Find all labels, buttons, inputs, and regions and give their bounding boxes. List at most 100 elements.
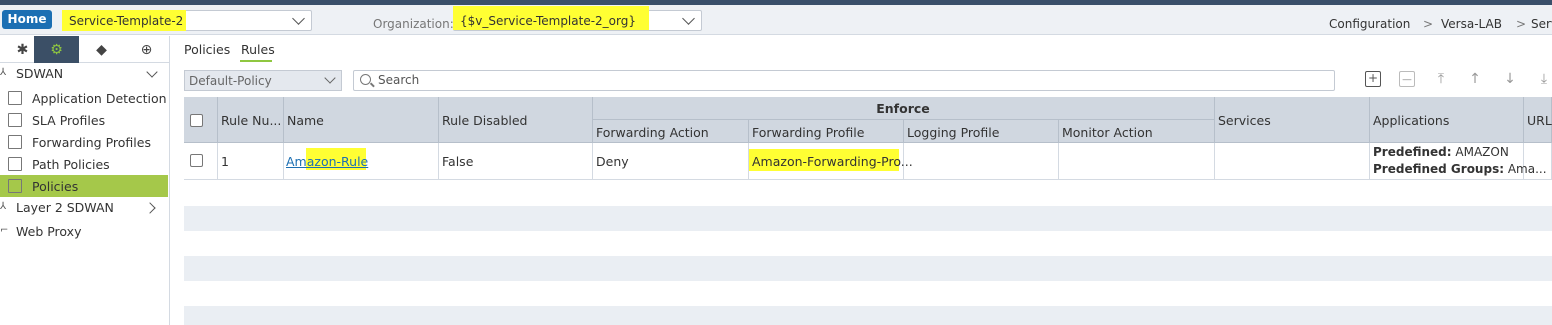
empty-row — [184, 306, 1552, 325]
sidebar: ✱ ⚙ ◆ ⊕ ⅄ SDWAN Application Detection SL… — [0, 36, 170, 325]
breadcrumb-separator: > — [1423, 17, 1434, 31]
chevron-down-icon — [682, 12, 695, 25]
header-label: Logging Profile — [907, 125, 1000, 140]
list-icon — [8, 135, 22, 149]
empty-row — [184, 206, 1552, 231]
organization-select[interactable]: {$v_Service-Template-2_org} — [453, 6, 702, 31]
tab-rules[interactable]: Rules — [241, 42, 275, 57]
tree-icon: ⅄ — [0, 67, 7, 78]
column-header-forwarding-action[interactable]: Forwarding Action — [593, 119, 749, 143]
move-bottom-icon[interactable]: ⤓ — [1536, 71, 1552, 87]
empty-row — [184, 256, 1552, 281]
cell-text: Deny — [596, 154, 629, 169]
app-groups-label: Predefined Groups: — [1373, 162, 1505, 176]
column-header-logging-profile[interactable]: Logging Profile — [904, 119, 1059, 143]
chevron-down-icon — [292, 12, 305, 25]
template-select-value: Service-Template-2 — [69, 14, 184, 28]
policy-select[interactable]: Default-Policy — [184, 70, 342, 91]
column-header-services[interactable]: Services — [1215, 97, 1370, 143]
header-label: Enforce — [876, 101, 930, 116]
sidebar-item-web-proxy[interactable]: ⌐ Web Proxy — [0, 221, 168, 243]
column-header-forwarding-profile[interactable]: Forwarding Profile — [749, 119, 904, 143]
column-header-url[interactable]: URL — [1524, 97, 1552, 143]
header-label: Forwarding Action — [596, 125, 709, 140]
remove-icon[interactable]: − — [1399, 71, 1415, 88]
sidebar-item-application-detection[interactable]: Application Detection — [0, 87, 168, 109]
sidebar-item-label: Application Detection — [32, 90, 167, 106]
proxy-icon: ⌐ — [0, 225, 9, 236]
template-select[interactable]: Service-Template-2 — [62, 10, 312, 31]
search-input[interactable] — [378, 73, 1278, 87]
search-box[interactable] — [353, 70, 1335, 91]
row-checkbox[interactable] — [190, 154, 203, 167]
column-header-name[interactable]: Name — [284, 97, 439, 143]
header-label: Monitor Action — [1062, 125, 1153, 140]
sidebar-item-forwarding-profiles[interactable]: Forwarding Profiles — [0, 131, 168, 153]
empty-row — [184, 181, 1552, 206]
policy-icon — [8, 179, 22, 193]
cell-text: False — [442, 154, 474, 169]
chevron-down-icon[interactable] — [146, 66, 158, 78]
app-predefined-label: Predefined: — [1373, 145, 1452, 159]
app-predefined-value: AMAZON — [1455, 145, 1509, 159]
document-icon — [8, 91, 22, 105]
cell-applications: Predefined: AMAZON Predefined Groups: Am… — [1370, 143, 1547, 180]
column-header-applications[interactable]: Applications — [1370, 97, 1524, 143]
move-down-icon[interactable]: ↓ — [1502, 71, 1518, 87]
column-header-monitor-action[interactable]: Monitor Action — [1059, 119, 1215, 143]
cell-name: Amazon-Rule — [284, 143, 439, 180]
header-label: Name — [287, 113, 324, 128]
cell-monitor-action — [1059, 143, 1215, 180]
top-bar: Home Service-Template-2 Organization: {$… — [0, 5, 1552, 35]
sidebar-tabs: ✱ ⚙ ◆ ⊕ — [0, 36, 170, 63]
header-label: Rule Disabled — [442, 113, 528, 128]
home-button[interactable]: Home — [2, 10, 52, 29]
gear-icon[interactable]: ⚙ — [34, 36, 79, 63]
move-up-icon[interactable]: ↑ — [1467, 71, 1483, 87]
breadcrumb-item[interactable]: Configuration — [1329, 17, 1410, 31]
column-header-rule-num[interactable]: Rule Nu... — [218, 97, 284, 143]
sidebar-item-label: Layer 2 SDWAN — [16, 200, 114, 215]
cell-forwarding-action: Deny — [593, 143, 749, 180]
rules-table: Rule Nu... Name Rule Disabled Enforce Fo… — [184, 97, 1552, 325]
cell-url — [1524, 143, 1552, 180]
select-all-checkbox[interactable] — [190, 114, 203, 127]
cell-forwarding-profile: Amazon-Forwarding-Pro... — [749, 143, 913, 180]
chevron-down-icon — [324, 72, 336, 84]
sidebar-item-sdwan[interactable]: ⅄ SDWAN — [0, 63, 168, 85]
breadcrumb-item[interactable]: Serv — [1531, 17, 1552, 31]
empty-row — [184, 281, 1552, 306]
add-icon[interactable]: + — [1365, 71, 1381, 87]
sidebar-item-label: Forwarding Profiles — [32, 134, 151, 150]
header-label: Rule Nu... — [221, 113, 282, 128]
header-label: Services — [1218, 113, 1271, 128]
empty-row — [184, 231, 1552, 256]
sidebar-item-label: SLA Profiles — [32, 112, 106, 128]
sidebar-item-path-policies[interactable]: Path Policies — [0, 153, 168, 175]
sidebar-item-layer2-sdwan[interactable]: ⅄ Layer 2 SDWAN — [0, 197, 168, 219]
cell-text: 1 — [221, 154, 229, 169]
header-label: Forwarding Profile — [752, 125, 865, 140]
move-top-icon[interactable]: ⤒ — [1433, 71, 1449, 87]
header-label: Applications — [1373, 113, 1450, 128]
cube-icon[interactable]: ◆ — [79, 36, 124, 63]
organization-label: Organization: — [373, 17, 454, 31]
header-label: URL — [1527, 113, 1552, 128]
cell-logging-profile — [904, 143, 1059, 180]
tab-policies[interactable]: Policies — [184, 42, 230, 57]
breadcrumb-item[interactable]: Versa-LAB — [1441, 17, 1502, 31]
sidebar-item-policies[interactable]: Policies — [0, 175, 168, 197]
cell-rule-disabled: False — [439, 143, 593, 180]
main-content: Policies Rules Default-Policy + − ⤒ ↑ ↓ … — [184, 36, 1552, 325]
chevron-right-icon[interactable] — [144, 202, 156, 214]
globe-gear-icon[interactable]: ⊕ — [124, 36, 169, 63]
rule-name-link[interactable]: Amazon-Rule — [286, 154, 368, 169]
search-icon — [360, 74, 371, 85]
sidebar-item-sla-profiles[interactable]: SLA Profiles — [0, 109, 168, 131]
select-all-header — [184, 97, 218, 143]
column-header-rule-disabled[interactable]: Rule Disabled — [439, 97, 593, 143]
sidebar-item-label: Web Proxy — [16, 224, 82, 239]
table-row[interactable]: 1 Amazon-Rule False Deny Amazon-Forwardi… — [184, 143, 1552, 180]
tree-icon: ⅄ — [0, 201, 7, 212]
organization-select-value: {$v_Service-Template-2_org} — [460, 14, 636, 28]
